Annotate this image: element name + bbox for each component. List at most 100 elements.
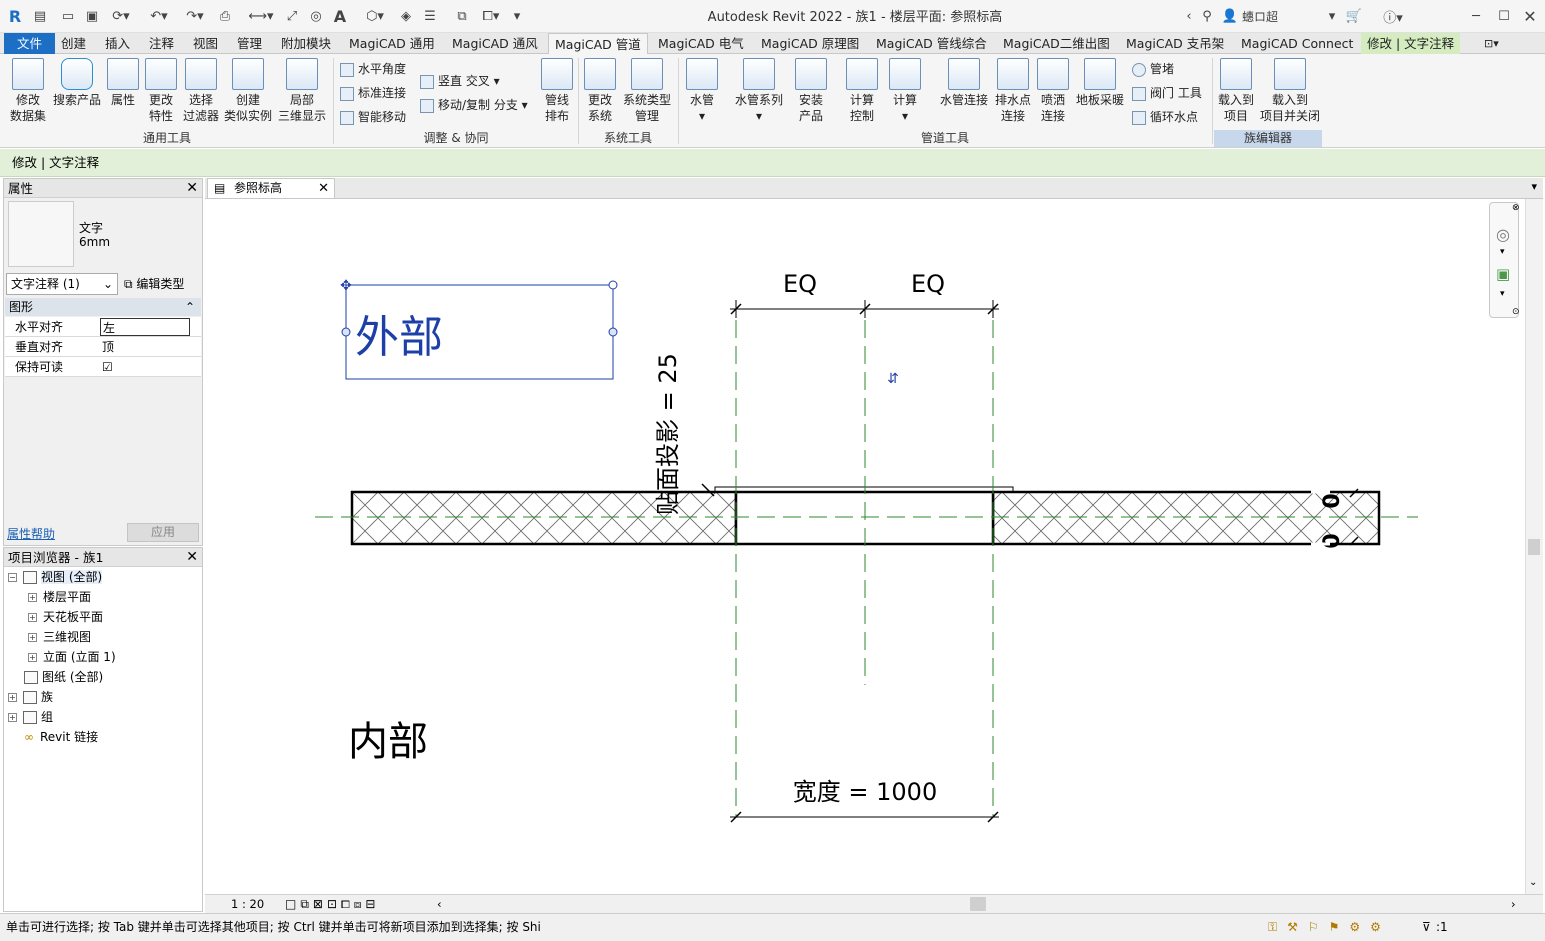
load-to-project-button[interactable]: 载入到 项目 (1214, 58, 1258, 124)
switch-windows-icon[interactable]: ⧠▾ (476, 6, 506, 26)
calc-control-button[interactable]: 计算 控制 (844, 58, 880, 124)
close-button[interactable]: ✕ (1520, 6, 1540, 26)
width-label[interactable]: 宽度 = 1000 (793, 778, 937, 806)
expander-icon[interactable]: + (8, 693, 17, 702)
pipe-layout-button[interactable]: 管线 排布 (538, 58, 576, 124)
prop-value-valign[interactable]: 顶 (100, 338, 190, 356)
drain-connect-button[interactable]: 排水点 连接 (994, 58, 1032, 124)
eq-label-1[interactable]: EQ (783, 270, 817, 298)
view-scale[interactable]: 1 : 20 (231, 895, 264, 913)
revit-logo-icon[interactable]: R (6, 6, 24, 26)
expander-icon[interactable]: + (28, 613, 37, 622)
expander-icon[interactable]: + (28, 633, 37, 642)
cart-icon[interactable]: 🛒 (1344, 6, 1364, 26)
close-icon[interactable]: ⊗ (1512, 203, 1520, 213)
user-dropdown-icon[interactable]: ▾ (1326, 6, 1338, 26)
chevron-left-icon[interactable]: ‹ (1182, 6, 1196, 26)
zero-dimension-top[interactable]: 0 (1320, 493, 1345, 508)
tab-insert[interactable]: 插入 (99, 33, 136, 54)
pipe-connect-button[interactable]: 水管连接 (938, 58, 990, 108)
qat-dropdown-icon[interactable]: ▾ (510, 6, 524, 26)
tree-node-3d-views[interactable]: + 三维视图 (28, 627, 91, 647)
edit-type-button[interactable]: ⧉ 编辑类型 (124, 273, 200, 295)
close-icon[interactable]: ✕ (186, 548, 198, 567)
home-icon[interactable]: ▤ (30, 6, 50, 26)
tree-node-elevations[interactable]: + 立面 (立面 1) (28, 647, 116, 667)
close-hidden-icon[interactable]: ⧉ (452, 6, 472, 26)
binoculars-icon[interactable]: ⚲ (1198, 6, 1216, 26)
valve-tool-button[interactable]: 阀门 工具 (1132, 83, 1202, 103)
chevron-down-icon[interactable]: ▾ (1500, 247, 1505, 257)
tab-magicad-supports[interactable]: MagiCAD 支吊架 (1120, 33, 1230, 54)
tab-magicad-electrical[interactable]: MagiCAD 电气 (652, 33, 750, 54)
select-filter-button[interactable]: 选择 过滤器 (182, 58, 220, 124)
view-tab-reference-level[interactable]: ▤ 参照标高 ✕ (207, 178, 335, 198)
create-similar-button[interactable]: 创建 类似实例 (222, 58, 274, 124)
water-pipe-button[interactable]: 水管 ▾ (684, 58, 720, 124)
tree-node-views[interactable]: − 视图 (全部) (8, 567, 103, 587)
ribbon-toggle-icon[interactable]: ⊡▾ (1478, 33, 1505, 54)
floor-heating-button[interactable]: 地板采暖 (1074, 58, 1126, 108)
zoom-region-icon[interactable]: ▣ (1496, 265, 1510, 283)
install-product-button[interactable]: 安装 产品 (792, 58, 830, 124)
redo-icon[interactable]: ↷▾ (178, 6, 212, 26)
tag-icon[interactable]: ◎ (306, 6, 326, 26)
vertical-scrollbar[interactable]: ⌄ (1525, 199, 1543, 894)
dimension-icon[interactable]: ⤢ (282, 6, 302, 26)
calc-button[interactable]: 计算 ▾ (886, 58, 924, 124)
properties-button[interactable]: 属性 (106, 58, 140, 108)
tab-modify-text[interactable]: 修改 | 文字注释 (1361, 33, 1461, 54)
search-product-button[interactable]: 搜索产品 (52, 58, 102, 108)
save-icon[interactable]: ▣ (82, 6, 102, 26)
tab-addins[interactable]: 附加模块 (275, 33, 337, 54)
tab-manage[interactable]: 管理 (231, 33, 268, 54)
text-resize-handle-left[interactable] (341, 327, 351, 337)
tab-magicad-coordination[interactable]: MagiCAD 管线综合 (870, 33, 993, 54)
expander-icon[interactable]: − (8, 573, 17, 582)
tree-node-revit-links[interactable]: ∞ Revit 链接 (24, 727, 98, 747)
tree-node-sheets[interactable]: 图纸 (全部) (24, 667, 103, 687)
expander-icon[interactable]: + (28, 593, 37, 602)
horizontal-angle-button[interactable]: 水平角度 (340, 59, 406, 79)
vertical-scroll-thumb[interactable] (1528, 539, 1540, 555)
rotate-handle-icon[interactable] (608, 280, 618, 290)
eq-label-2[interactable]: EQ (911, 270, 945, 298)
pipe-series-button[interactable]: 水管系列 ▾ (732, 58, 786, 124)
move-copy-branch-button[interactable]: 移动/复制 分支 ▾ (420, 95, 528, 115)
tree-node-families[interactable]: + 族 (8, 687, 53, 707)
circulation-point-button[interactable]: 循环水点 (1132, 107, 1198, 127)
flip-arrow-icon[interactable]: ⇵ (887, 371, 899, 387)
inside-label[interactable]: 内部 (348, 719, 428, 765)
scroll-right-icon[interactable]: › (1511, 895, 1516, 913)
smart-move-button[interactable]: 智能移动 (340, 107, 406, 127)
apply-button[interactable]: 应用 (127, 523, 199, 542)
horizontal-scroll-thumb[interactable] (970, 897, 986, 911)
tab-magicad-schematic[interactable]: MagiCAD 原理图 (755, 33, 865, 54)
user-name[interactable]: 蟪ロ超 (1242, 6, 1312, 26)
thin-lines-icon[interactable]: ☰ (420, 6, 440, 26)
minimize-button[interactable]: ─ (1466, 6, 1486, 26)
nav-options-icon[interactable]: ⊙ (1512, 307, 1520, 317)
chevron-down-icon[interactable]: ▾ (1500, 289, 1505, 299)
tab-magicad-2d[interactable]: MagiCAD二维出图 (997, 33, 1116, 54)
local-3d-button[interactable]: 局部 三维显示 (276, 58, 328, 124)
open-icon[interactable]: ▭ (58, 6, 78, 26)
print-icon[interactable]: ⎙ (214, 6, 236, 26)
casing-button[interactable]: 管堵 (1132, 59, 1174, 79)
standard-connect-button[interactable]: 标准连接 (340, 83, 406, 103)
maximize-button[interactable]: ☐ (1494, 6, 1514, 26)
sync-icon[interactable]: ⟳▾ (106, 6, 136, 26)
drag-handle-icon[interactable]: ✥ (340, 278, 352, 294)
text-icon[interactable]: A (330, 6, 350, 26)
tab-magicad-ventilation[interactable]: MagiCAD 通风 (446, 33, 544, 54)
load-and-close-button[interactable]: 载入到 项目并关闭 (1258, 58, 1322, 124)
sprinkler-connect-button[interactable]: 喷洒 连接 (1036, 58, 1070, 124)
close-icon[interactable]: ✕ (186, 179, 198, 198)
group-graphics[interactable]: 图形 ⌃ (5, 298, 201, 316)
scroll-down-icon[interactable]: ⌄ (1529, 877, 1537, 888)
tree-node-ceiling-plans[interactable]: + 天花板平面 (28, 607, 103, 627)
change-system-button[interactable]: 更改 系统 (582, 58, 618, 124)
tab-magicad-connect[interactable]: MagiCAD Connect (1235, 33, 1359, 54)
tab-magicad-general[interactable]: MagiCAD 通用 (343, 33, 441, 54)
system-type-manage-button[interactable]: 系统类型 管理 (620, 58, 674, 124)
